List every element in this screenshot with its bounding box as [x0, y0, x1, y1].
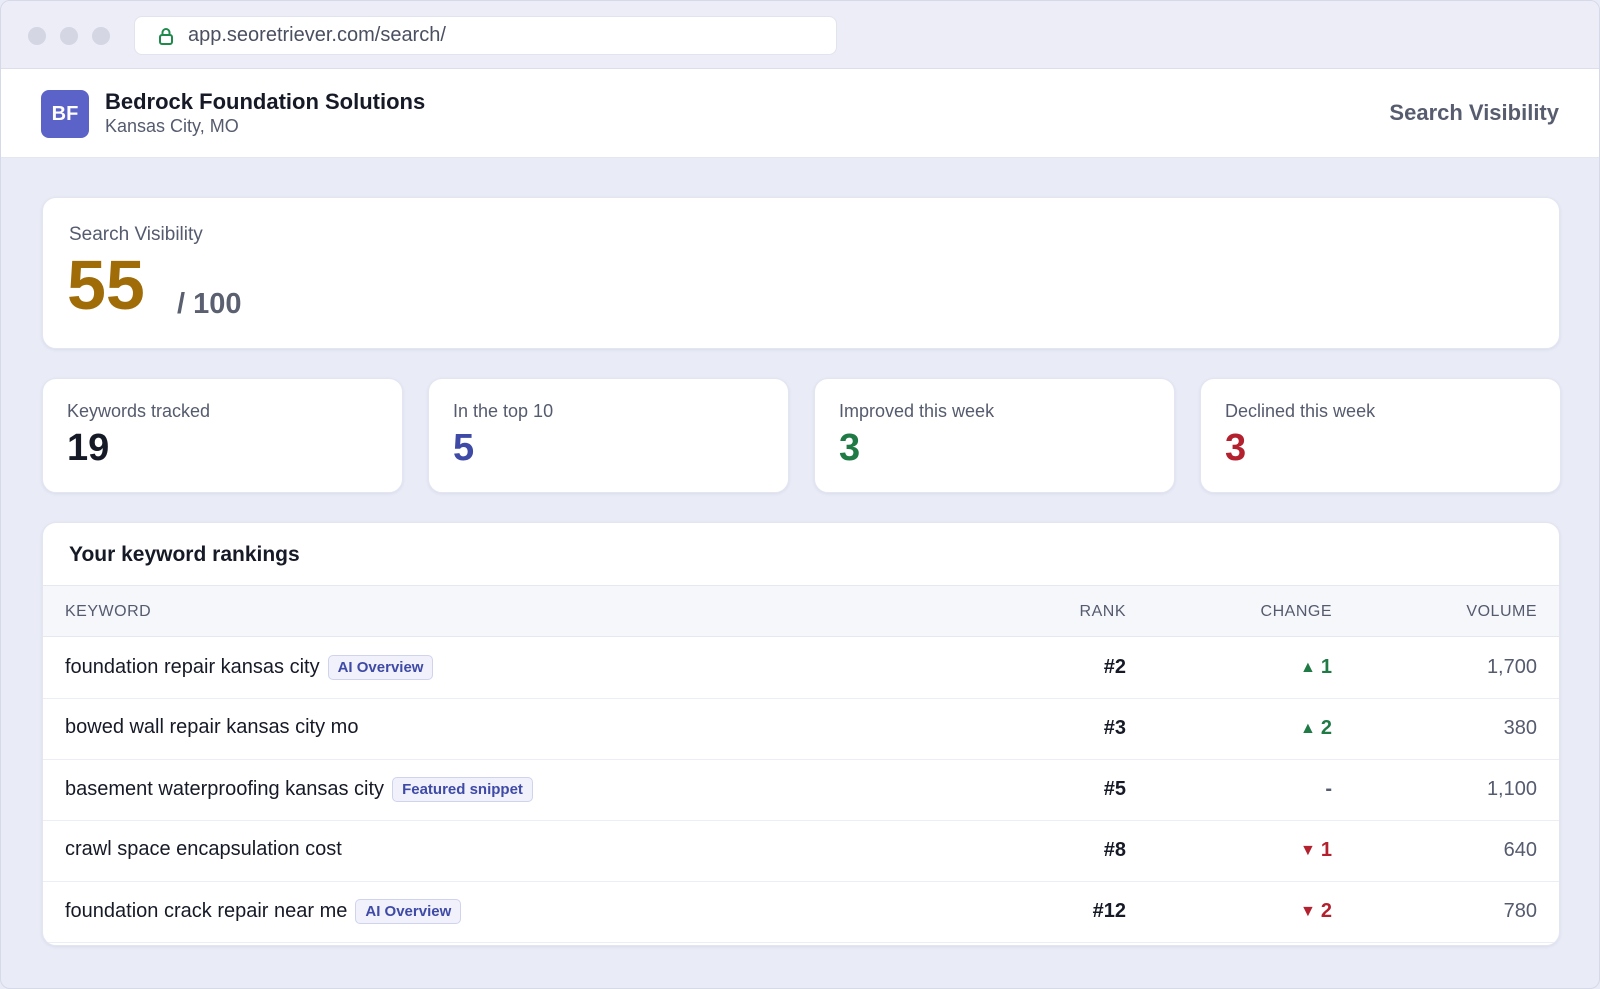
rankings-title: Your keyword rankings: [69, 543, 300, 566]
column-header-keyword[interactable]: KEYWORD: [65, 603, 151, 621]
keyword-cell: foundation crack repair near me AI Overvi…: [65, 899, 462, 924]
keyword-text: crawl space encapsulation cost: [65, 838, 342, 860]
arrow-down-icon: ▼: [1300, 841, 1316, 859]
keyword-cell: bowed wall repair kansas city mo: [65, 716, 358, 739]
rank-cell: #8: [1103, 839, 1126, 861]
browser-titlebar: app.seoretriever.com/search/: [1, 1, 1599, 69]
keyword-cell: basement waterproofing kansas city Featur…: [65, 777, 533, 802]
stat-card-top-10: In the top 10 5: [428, 378, 789, 493]
address-bar[interactable]: app.seoretriever.com/search/: [134, 16, 837, 55]
column-header-rank[interactable]: RANK: [1080, 603, 1126, 621]
volume-cell: 640: [1503, 839, 1537, 861]
business-name: Bedrock Foundation Solutions: [105, 89, 426, 114]
visibility-score-card: Search Visibility 55 / 100: [42, 197, 1560, 349]
window-maximize-button[interactable]: [92, 27, 110, 45]
keyword-rankings-card: Your keyword rankings KEYWORD RANK CHANG…: [42, 522, 1560, 946]
rank-cell: #5: [1103, 778, 1126, 800]
change-value: -: [1325, 778, 1332, 800]
volume-cell: 380: [1503, 717, 1537, 739]
stat-label: Declined this week: [1225, 401, 1376, 421]
app-header: BF Bedrock Foundation Solutions Kansas C…: [1, 69, 1599, 158]
keyword-text: foundation crack repair near me: [65, 900, 348, 922]
stat-value: 5: [453, 427, 475, 469]
arrow-up-icon: ▲: [1300, 658, 1316, 676]
window-close-button[interactable]: [28, 27, 46, 45]
browser-window: app.seoretriever.com/search/ BF Bedrock …: [0, 0, 1600, 989]
stat-value: 19: [67, 427, 110, 469]
change-cell: ▼ 2: [1300, 900, 1332, 923]
stat-card-keywords-tracked: Keywords tracked 19: [42, 378, 403, 493]
arrow-down-icon: ▼: [1300, 902, 1316, 920]
stat-card-declined: Declined this week 3: [1200, 378, 1561, 493]
change-cell: ▼ 1: [1300, 839, 1332, 862]
stat-card-improved: Improved this week 3: [814, 378, 1175, 493]
table-header: KEYWORD RANK CHANGE VOLUME: [43, 585, 1559, 637]
change-cell: ▲ 2: [1300, 717, 1332, 740]
table-row[interactable]: foundation repair kansas city AI Overview…: [43, 637, 1559, 699]
change-cell: -: [1325, 778, 1332, 801]
table-row[interactable]: foundation crack repair near me AI Overvi…: [43, 881, 1559, 943]
rank-cell: #2: [1103, 656, 1126, 678]
keyword-cell: crawl space encapsulation cost: [65, 838, 342, 861]
stat-value: 3: [1225, 427, 1247, 469]
keyword-text: basement waterproofing kansas city: [65, 778, 385, 800]
table-row[interactable]: crawl space encapsulation cost #8 ▼ 1 640: [43, 820, 1559, 882]
change-value: 1: [1320, 839, 1332, 861]
table-row[interactable]: basement waterproofing kansas city Featur…: [43, 759, 1559, 821]
serp-feature-badge: AI Overview: [355, 899, 462, 924]
url-text: app.seoretriever.com/search/: [188, 24, 446, 46]
serp-feature-badge: AI Overview: [327, 655, 434, 680]
rank-cell: #3: [1103, 717, 1126, 739]
stat-label: In the top 10: [453, 401, 554, 421]
volume-cell: 1,100: [1486, 778, 1537, 800]
column-header-volume[interactable]: VOLUME: [1466, 603, 1537, 621]
arrow-up-icon: ▲: [1300, 719, 1316, 737]
rank-cell: #12: [1092, 900, 1126, 922]
visibility-score: 55: [67, 246, 145, 324]
change-value: 1: [1320, 656, 1332, 678]
stat-value: 3: [839, 427, 861, 469]
visibility-label: Search Visibility: [69, 224, 203, 245]
keyword-text: foundation repair kansas city: [65, 656, 320, 678]
table-row[interactable]: bowed wall repair kansas city mo #3 ▲ 2 380: [43, 698, 1559, 760]
volume-cell: 1,700: [1486, 656, 1537, 678]
window-minimize-button[interactable]: [60, 27, 78, 45]
change-cell: ▲ 1: [1300, 656, 1332, 679]
keyword-text: bowed wall repair kansas city mo: [65, 716, 359, 738]
change-value: 2: [1320, 900, 1332, 922]
business-avatar: BF: [41, 90, 89, 138]
volume-cell: 780: [1503, 900, 1537, 922]
stat-label: Keywords tracked: [67, 401, 211, 421]
change-value: 2: [1320, 717, 1332, 739]
serp-feature-badge: Featured snippet: [392, 777, 533, 802]
page-title: Search Visibility: [1389, 100, 1559, 125]
lock-icon: [155, 25, 177, 47]
visibility-max: / 100: [177, 288, 242, 320]
keyword-cell: foundation repair kansas city AI Overview: [65, 655, 434, 680]
business-location: Kansas City, MO: [105, 116, 239, 136]
column-header-change[interactable]: CHANGE: [1261, 603, 1332, 621]
stat-label: Improved this week: [839, 401, 995, 421]
